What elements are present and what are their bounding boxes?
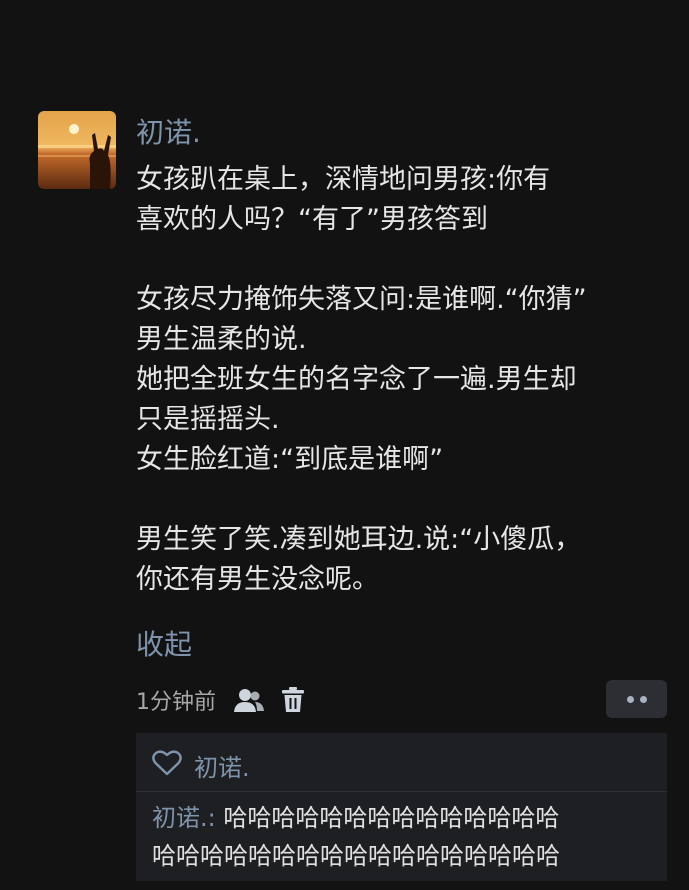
post-line: 男生温柔的说. bbox=[136, 324, 307, 355]
dot bbox=[626, 695, 634, 703]
avatar[interactable] bbox=[38, 111, 116, 189]
post-line: 喜欢的人吗？“有了”男孩答到 bbox=[136, 204, 488, 235]
post-line: 只是摇摇头. bbox=[136, 404, 280, 435]
post-line: 女孩趴在桌上，深情地问男孩:你有 bbox=[136, 164, 551, 195]
post-username[interactable]: 初诺. bbox=[136, 115, 201, 151]
post-line: 男生笑了笑.凑到她耳边.说:“小傻瓜， bbox=[136, 524, 582, 555]
comment: 初诺.: 哈哈哈哈哈哈哈哈哈哈哈哈哈哈 哈哈哈哈哈哈哈哈哈哈哈哈哈哈哈哈哈 bbox=[152, 799, 652, 875]
likes-row: 初诺. bbox=[152, 745, 250, 785]
trash-icon[interactable] bbox=[282, 687, 304, 713]
comments-panel: 初诺. 初诺.: 哈哈哈哈哈哈哈哈哈哈哈哈哈哈 哈哈哈哈哈哈哈哈哈哈哈哈哈哈哈哈… bbox=[136, 733, 667, 881]
comment-line: 初诺.: 哈哈哈哈哈哈哈哈哈哈哈哈哈哈 bbox=[152, 799, 652, 837]
post-line: 女生脸红道:“到底是谁啊” bbox=[136, 444, 444, 475]
post-timestamp: 1分钟前 bbox=[136, 690, 216, 715]
liker-name[interactable]: 初诺. bbox=[194, 748, 250, 783]
avatar-image bbox=[38, 111, 116, 189]
comment-author[interactable]: 初诺.: bbox=[152, 804, 216, 832]
comment-line: 哈哈哈哈哈哈哈哈哈哈哈哈哈哈哈哈哈 bbox=[152, 842, 560, 870]
post-line bbox=[136, 480, 676, 520]
collapse-link[interactable]: 收起 bbox=[136, 625, 192, 665]
dot bbox=[639, 695, 647, 703]
post-meta: 1分钟前 bbox=[136, 680, 304, 720]
divider bbox=[136, 791, 667, 792]
more-dots-icon[interactable] bbox=[606, 680, 667, 718]
heart-icon[interactable] bbox=[152, 750, 182, 780]
person-icon[interactable] bbox=[234, 687, 264, 713]
post-line bbox=[136, 240, 676, 280]
post-body: 女孩趴在桌上，深情地问男孩:你有 喜欢的人吗？“有了”男孩答到 女孩尽力掩饰失落… bbox=[136, 160, 676, 600]
comment-text: 哈哈哈哈哈哈哈哈哈哈哈哈哈哈 bbox=[223, 804, 560, 832]
post-line: 女孩尽力掩饰失落又问:是谁啊.“你猜” bbox=[136, 284, 587, 315]
post-line: 你还有男生没念呢。 bbox=[136, 564, 379, 595]
post-line: 她把全班女生的名字念了一遍.男生却 bbox=[136, 364, 577, 395]
